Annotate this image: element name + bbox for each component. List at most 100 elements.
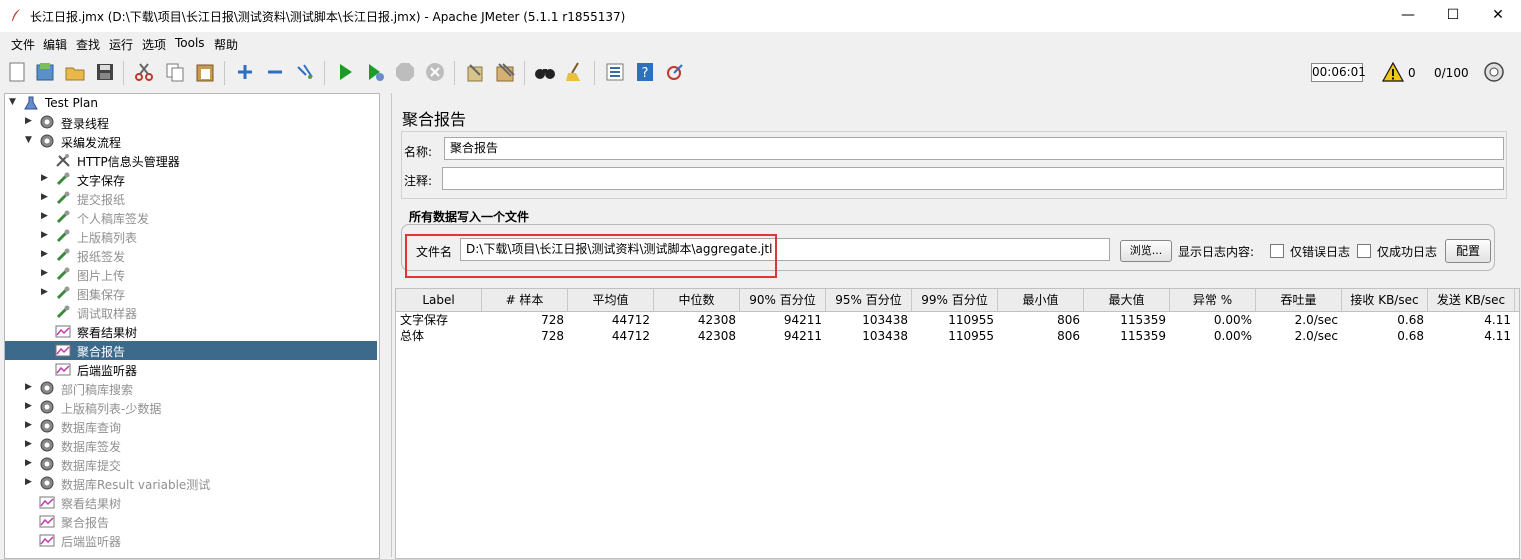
tree-node[interactable]: ▶ 报纸签发	[5, 246, 377, 265]
menu-edit[interactable]: 编辑	[43, 36, 67, 53]
tree-node[interactable]: ▶ 上版稿列表-少数据	[5, 398, 377, 417]
column-header[interactable]: 99% 百分位	[912, 289, 998, 311]
title-bar: 长江日报.jmx (D:\下载\项目\长江日报\测试资料\测试脚本\长江日报.j…	[0, 0, 1521, 32]
tree-collapsed-arrow-icon[interactable]: ▶	[25, 477, 35, 489]
search-binoculars-icon[interactable]	[534, 61, 556, 83]
table-row[interactable]: 文字保存 728 44712 42308 94211 103438 110955 806 115…	[396, 312, 1519, 328]
tree-node[interactable]: HTTP信息头管理器	[5, 151, 377, 170]
tree-collapsed-arrow-icon[interactable]: ▶	[41, 249, 51, 261]
reset-search-broom-icon[interactable]	[564, 61, 586, 83]
tree-expanded-arrow-icon[interactable]: ▼	[9, 97, 19, 109]
tree-collapsed-arrow-icon[interactable]: ▶	[25, 382, 35, 394]
tree-node[interactable]: 聚合报告	[5, 341, 377, 360]
tree-node[interactable]: ▶ 数据库查询	[5, 417, 377, 436]
success-only-checkbox[interactable]	[1357, 244, 1371, 258]
collapse-icon[interactable]	[264, 61, 286, 83]
save-icon[interactable]	[94, 61, 116, 83]
column-header[interactable]: 吞吐量	[1256, 289, 1342, 311]
tree-node[interactable]: 后端监听器	[5, 531, 377, 550]
tree-collapsed-arrow-icon[interactable]: ▶	[41, 192, 51, 204]
remote-start-icon[interactable]	[664, 61, 686, 83]
tree-node[interactable]: ▶ 数据库提交	[5, 455, 377, 474]
tree-collapsed-arrow-icon[interactable]: ▶	[41, 268, 51, 280]
tree-node[interactable]: ▶ 部门稿库搜索	[5, 379, 377, 398]
menu-file[interactable]: 文件	[11, 36, 35, 53]
column-header[interactable]: 发送 KB/sec	[1428, 289, 1515, 311]
tree-collapsed-arrow-icon[interactable]: ▶	[25, 420, 35, 432]
gear-icon	[39, 133, 55, 149]
tree-node[interactable]: 调试取样器	[5, 303, 377, 322]
column-header[interactable]: 90% 百分位	[740, 289, 826, 311]
warning-icon[interactable]	[1382, 62, 1404, 82]
expand-icon[interactable]	[234, 61, 256, 83]
function-helper-icon[interactable]	[604, 61, 626, 83]
pipette-icon	[55, 190, 71, 206]
tree-collapsed-arrow-icon[interactable]: ▶	[25, 116, 35, 128]
open-icon[interactable]	[64, 61, 86, 83]
stop-icon[interactable]	[394, 61, 416, 83]
menu-search[interactable]: 查找	[76, 36, 100, 53]
tree-node[interactable]: 聚合报告	[5, 512, 377, 531]
annotation-highlight-box	[405, 234, 777, 278]
new-icon[interactable]	[6, 61, 28, 83]
tree-collapsed-arrow-icon[interactable]: ▶	[41, 230, 51, 242]
menu-options[interactable]: 选项	[142, 36, 166, 53]
shutdown-icon[interactable]	[424, 61, 446, 83]
clear-icon[interactable]	[464, 61, 486, 83]
menu-run[interactable]: 运行	[109, 36, 133, 53]
tree-collapsed-arrow-icon[interactable]: ▶	[25, 458, 35, 470]
minimize-button[interactable]: —	[1385, 0, 1431, 32]
column-header[interactable]: 平均值	[568, 289, 654, 311]
column-header[interactable]: # 样本	[482, 289, 568, 311]
tree-node[interactable]: ▶ 提交报纸	[5, 189, 377, 208]
table-row[interactable]: 总体 728 44712 42308 94211 103438 110955 806 11535…	[396, 328, 1519, 344]
column-header[interactable]: Label	[396, 289, 482, 311]
column-header[interactable]: 接收 KB/sec	[1342, 289, 1428, 311]
menu-help[interactable]: 帮助	[214, 36, 238, 53]
start-icon[interactable]	[334, 61, 356, 83]
tree-node[interactable]: 后端监听器	[5, 360, 377, 379]
tree-node[interactable]: ▶ 数据库签发	[5, 436, 377, 455]
templates-icon[interactable]	[34, 61, 56, 83]
tree-collapsed-arrow-icon[interactable]: ▶	[25, 401, 35, 413]
test-plan-tree[interactable]: ▼ Test Plan ▶ 登录线程 ▼ 采编发流程 HTTP信息头管理器 ▶ 文字保存 ▶ 提交报…	[4, 93, 380, 559]
tree-node[interactable]: 察看结果树	[5, 322, 377, 341]
tree-node[interactable]: ▶ 文字保存	[5, 170, 377, 189]
panel-splitter[interactable]	[380, 93, 388, 557]
tree-node[interactable]: ▼ Test Plan	[5, 94, 377, 113]
toggle-icon[interactable]	[294, 61, 316, 83]
jmeter-feather-icon	[12, 9, 20, 21]
clear-all-icon[interactable]	[494, 61, 516, 83]
close-button[interactable]: ✕	[1475, 0, 1521, 32]
tree-collapsed-arrow-icon[interactable]: ▶	[41, 287, 51, 299]
tree-collapsed-arrow-icon[interactable]: ▶	[25, 439, 35, 451]
copy-icon[interactable]	[164, 61, 186, 83]
tree-node[interactable]: ▶ 图集保存	[5, 284, 377, 303]
tree-expanded-arrow-icon[interactable]: ▼	[25, 135, 35, 147]
column-header[interactable]: 中位数	[654, 289, 740, 311]
browse-button[interactable]: 浏览...	[1120, 240, 1172, 262]
tree-collapsed-arrow-icon[interactable]: ▶	[41, 173, 51, 185]
column-header[interactable]: 最大值	[1084, 289, 1170, 311]
paste-icon[interactable]	[194, 61, 216, 83]
errors-only-checkbox[interactable]	[1270, 244, 1284, 258]
tree-node[interactable]: ▶ 个人稿库签发	[5, 208, 377, 227]
help-icon[interactable]: ?	[634, 61, 656, 83]
comment-field[interactable]	[442, 167, 1504, 190]
tree-node[interactable]: ▶ 登录线程	[5, 113, 377, 132]
column-header[interactable]: 95% 百分位	[826, 289, 912, 311]
tree-node[interactable]: 察看结果树	[5, 493, 377, 512]
name-field[interactable]: 聚合报告	[444, 137, 1504, 160]
tree-collapsed-arrow-icon[interactable]: ▶	[41, 211, 51, 223]
column-header[interactable]: 异常 %	[1170, 289, 1256, 311]
cut-icon[interactable]	[133, 61, 155, 83]
maximize-button[interactable]: ☐	[1430, 0, 1476, 32]
tree-node[interactable]: ▶ 上版稿列表	[5, 227, 377, 246]
tree-node[interactable]: ▼ 采编发流程	[5, 132, 377, 151]
menu-tools[interactable]: Tools	[175, 36, 205, 50]
tree-node[interactable]: ▶ 数据库Result variable测试	[5, 474, 377, 493]
start-no-timers-icon[interactable]	[364, 61, 386, 83]
configure-button[interactable]: 配置	[1445, 239, 1491, 263]
column-header[interactable]: 最小值	[998, 289, 1084, 311]
tree-node[interactable]: ▶ 图片上传	[5, 265, 377, 284]
